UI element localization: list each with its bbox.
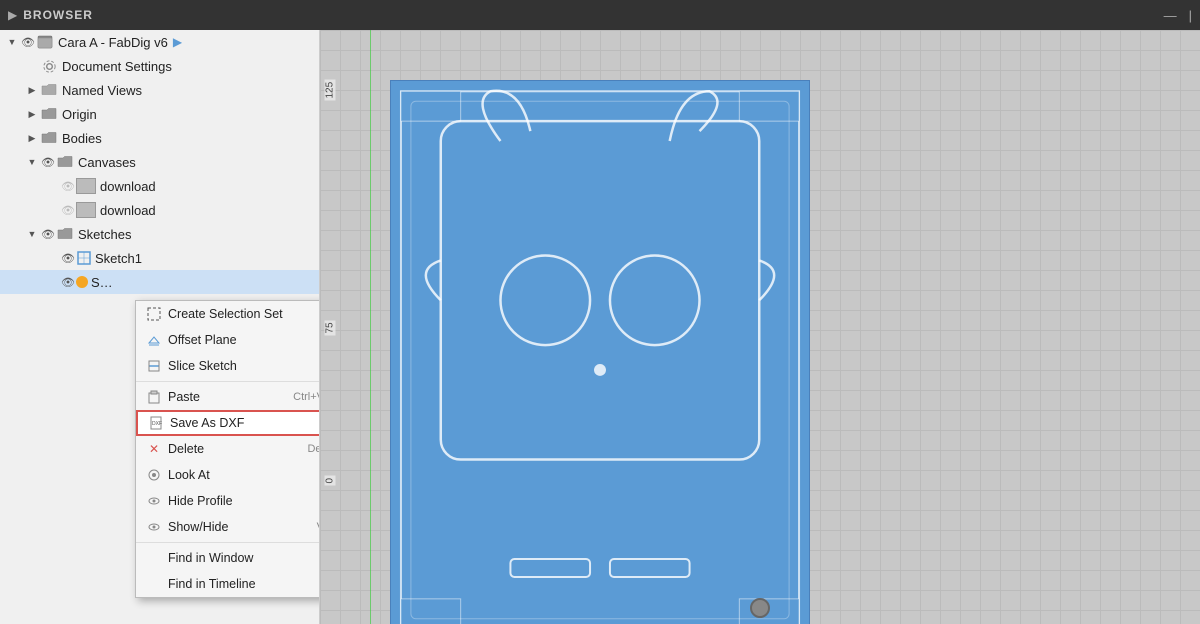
minimize-icon[interactable]: —	[1164, 8, 1177, 23]
viewport[interactable]: 125 75 0	[320, 30, 1200, 624]
eye-icon-canvases[interactable]: 👁	[40, 154, 56, 170]
ctx-hide-icon	[146, 493, 162, 509]
ruler-label-125: 125	[325, 80, 336, 101]
ctx-look-at[interactable]: Look At	[136, 462, 320, 488]
tree-item-sketch2[interactable]: 👁 S…	[0, 270, 319, 294]
ctx-find-in-window[interactable]: Find in Window	[136, 545, 320, 571]
named-views-label: Named Views	[62, 83, 142, 98]
ctx-find-in-timeline[interactable]: Find in Timeline	[136, 571, 320, 597]
tree-item-root[interactable]: 👁 Cara A - FabDig v6 ▶	[0, 30, 319, 54]
ctx-plane-icon	[146, 332, 162, 348]
ruler-label-75: 75	[325, 320, 336, 335]
eye-icon-sketches[interactable]: 👁	[40, 226, 56, 242]
tree-item-named-views[interactable]: Named Views	[0, 78, 319, 102]
ctx-delete-icon: ✕	[146, 441, 162, 457]
ctx-show-hide[interactable]: Show/Hide V	[136, 514, 320, 540]
tree-item-canvases[interactable]: 👁 Canvases	[0, 150, 319, 174]
browser-arrow-icon: ▶	[8, 8, 17, 22]
folder-icon-canvases	[56, 153, 74, 171]
guide-line-vertical	[370, 30, 371, 624]
folder-icon-sketches	[56, 225, 74, 243]
tree-item-canvas-1[interactable]: 👁 download	[0, 174, 319, 198]
gear-icon-doc	[40, 57, 58, 75]
canvas-1-label: download	[100, 179, 156, 194]
tree-item-bodies[interactable]: Bodies	[0, 126, 319, 150]
eye-icon-root[interactable]: 👁	[20, 34, 36, 50]
ctx-find-timeline-icon	[146, 576, 162, 592]
play-icon: ▶	[173, 35, 182, 49]
sketch2-label: S…	[91, 275, 113, 290]
face-sketch-svg	[391, 81, 809, 624]
ctx-create-selection-set[interactable]: Create Selection Set	[136, 301, 320, 327]
ctx-dxf-icon: DXF	[148, 415, 164, 431]
canvas-thumb-2	[76, 202, 96, 218]
file-icon-root	[36, 33, 54, 51]
tree-item-doc-settings[interactable]: Document Settings	[0, 54, 319, 78]
context-menu: Create Selection Set Offset Plane Slice …	[135, 300, 320, 598]
ctx-paste-icon	[146, 389, 162, 405]
ctx-offset-plane[interactable]: Offset Plane	[136, 327, 320, 353]
tree-arrow-origin[interactable]	[24, 106, 40, 122]
ctx-slice-icon	[146, 358, 162, 374]
origin-label: Origin	[62, 107, 97, 122]
nav-dot[interactable]	[750, 598, 770, 618]
tree-arrow-bodies[interactable]	[24, 130, 40, 146]
ctx-delete[interactable]: ✕ Delete Del	[136, 436, 320, 462]
ctx-selection-icon	[146, 306, 162, 322]
sketch-icon-1	[76, 250, 92, 266]
ctx-hide-profile[interactable]: Hide Profile	[136, 488, 320, 514]
tree-item-sketch1[interactable]: 👁 Sketch1	[0, 246, 319, 270]
ctx-delete-shortcut: Del	[307, 443, 320, 455]
top-bar-title: BROWSER	[23, 8, 93, 22]
sketch1-label: Sketch1	[95, 251, 142, 266]
tree-item-canvas-2[interactable]: 👁 download	[0, 198, 319, 222]
canvases-label: Canvases	[78, 155, 136, 170]
canvas-thumb-1	[76, 178, 96, 194]
sketches-label: Sketches	[78, 227, 131, 242]
ctx-save-as-dxf[interactable]: DXF Save As DXF	[136, 410, 320, 436]
tree-item-sketches[interactable]: 👁 Sketches	[0, 222, 319, 246]
tree-arrow-canvases[interactable]	[24, 154, 40, 170]
root-label: Cara A - FabDig v6	[58, 35, 168, 50]
eye-icon-canvas-2[interactable]: 👁	[60, 202, 76, 218]
folder-icon-origin	[40, 105, 58, 123]
ctx-paste-shortcut: Ctrl+V	[293, 391, 320, 403]
ctx-showhide-icon	[146, 519, 162, 535]
ctx-find-window-icon	[146, 550, 162, 566]
eye-icon-sketch2[interactable]: 👁	[60, 274, 76, 290]
ctx-separator-1	[136, 381, 320, 382]
folder-icon-bodies	[40, 129, 58, 147]
doc-settings-label: Document Settings	[62, 59, 172, 74]
design-board	[390, 80, 810, 624]
eye-icon-canvas-1[interactable]: 👁	[60, 178, 76, 194]
tree-arrow-named-views[interactable]	[24, 82, 40, 98]
svg-text:DXF: DXF	[152, 421, 162, 427]
split-icon[interactable]: |	[1189, 8, 1192, 23]
folder-icon-named-views	[40, 81, 58, 99]
ctx-lookat-icon	[146, 467, 162, 483]
canvas-2-label: download	[100, 203, 156, 218]
eye-icon-sketch1[interactable]: 👁	[60, 250, 76, 266]
yellow-dot-icon	[76, 276, 88, 288]
tree-arrow-root[interactable]	[4, 34, 20, 50]
ruler-label-0: 0	[325, 476, 336, 486]
ctx-paste[interactable]: Paste Ctrl+V	[136, 384, 320, 410]
ctx-separator-2	[136, 542, 320, 543]
tree-item-origin[interactable]: Origin	[0, 102, 319, 126]
sidebar-browser: 👁 Cara A - FabDig v6 ▶ Document Settings	[0, 30, 320, 624]
bodies-label: Bodies	[62, 131, 102, 146]
ctx-slice-sketch[interactable]: Slice Sketch	[136, 353, 320, 379]
top-bar: ▶ BROWSER — |	[0, 0, 1200, 30]
tree-arrow-sketches[interactable]	[24, 226, 40, 242]
